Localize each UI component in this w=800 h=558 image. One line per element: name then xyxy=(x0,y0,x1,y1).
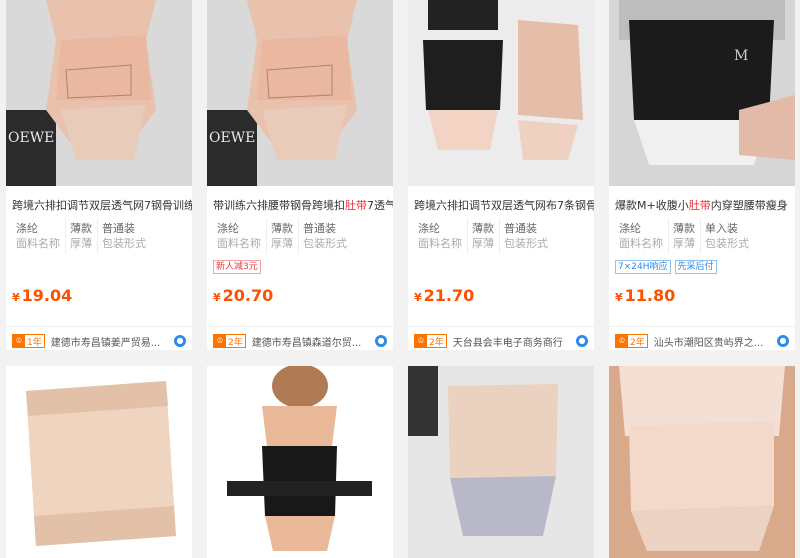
shop-row[interactable]: ♔ 2年 天台县会丰电子商务商行 ● xyxy=(408,327,594,350)
attr-packaging: 普通装 包装形式 xyxy=(303,222,347,250)
crown-icon: ♔ xyxy=(13,335,25,347)
verified-icon: ● xyxy=(174,335,186,347)
product-image[interactable]: OEWE xyxy=(207,0,393,186)
crown-icon: ♔ xyxy=(214,335,226,347)
product-attrs: 涤纶 面料名称 薄款 厚薄 普通装 包装形式 xyxy=(6,218,192,254)
product-image[interactable]: OEWE xyxy=(6,0,192,186)
attr-material: 涤纶 面料名称 xyxy=(615,218,669,254)
years-badge: ♔ 2年 xyxy=(414,334,447,348)
shop-name[interactable]: 汕头市潮阳区贵屿界之... xyxy=(654,334,772,349)
shop-name[interactable]: 天台县会丰电子商务商行 xyxy=(453,334,571,349)
promo-tags xyxy=(414,260,588,276)
attr-thickness: 薄款 厚薄 xyxy=(66,218,98,254)
verified-icon: ● xyxy=(777,335,789,347)
product-attrs: 涤纶 面料名称 薄款 厚薄 普通装 包装形式 xyxy=(408,218,594,254)
verified-icon: ● xyxy=(576,335,588,347)
beige-corset-model-image[interactable] xyxy=(408,366,594,558)
product-title[interactable]: 跨境六排扣调节双层透气网7钢骨训练 xyxy=(6,198,192,214)
title-text-tail: 7透气 xyxy=(367,199,393,212)
svg-text:M: M xyxy=(734,48,748,64)
product-attrs: 涤纶 面料名称 薄款 厚薄 单入装 包装形式 xyxy=(609,218,795,254)
product-card[interactable]: OEWE 跨境六排扣调节双层透气网7钢骨训练 涤纶 面料名称 薄款 厚薄 普通装 包装… xyxy=(6,0,192,350)
shop-row[interactable]: ♔ 2年 建德市寿昌镇森道尔贸... ● xyxy=(207,327,393,350)
svg-text:OEWE: OEWE xyxy=(8,130,54,146)
title-highlight: 肚带 xyxy=(345,199,367,212)
product-card[interactable] xyxy=(609,366,795,558)
product-price: ¥19.04 xyxy=(12,286,73,305)
attr-thickness: 薄款 厚薄 xyxy=(267,218,299,254)
attr-thickness: 薄款 厚薄 xyxy=(468,218,500,254)
product-card[interactable]: 跨境六排扣调节双层透气网布7条钢骨 涤纶 面料名称 薄款 厚薄 普通装 包装形式 ¥2… xyxy=(408,0,594,350)
shop-row[interactable]: ♔ 2年 汕头市潮阳区贵屿界之... ● xyxy=(609,327,795,350)
black-waist-trainer-model-image[interactable] xyxy=(207,366,393,558)
product-price: ¥11.80 xyxy=(615,286,676,305)
years-badge: ♔ 2年 xyxy=(615,334,648,348)
attr-packaging: 单入装 包装形式 xyxy=(705,222,749,250)
promo-tags: 新人减3元 xyxy=(213,260,387,276)
crown-icon: ♔ xyxy=(415,335,427,347)
product-title[interactable]: 带训练六排腰带钢骨跨境扣肚带7透气 xyxy=(207,198,393,214)
title-text: 带训练六排腰带钢骨跨境扣 xyxy=(213,199,345,212)
attr-material: 涤纶 面料名称 xyxy=(12,218,66,254)
product-title[interactable]: 爆款M+收腹小肚带内穿塑腰带瘦身 xyxy=(609,198,795,214)
promo-tag: 新人减3元 xyxy=(213,260,261,274)
product-grid: OEWE 跨境六排扣调节双层透气网7钢骨训练 涤纶 面料名称 薄款 厚薄 普通装 包装… xyxy=(0,0,800,558)
product-image[interactable] xyxy=(408,0,594,186)
crown-icon: ♔ xyxy=(616,335,628,347)
product-card[interactable] xyxy=(207,366,393,558)
shop-row[interactable]: ♔ 1年 建德市寿昌镇姜严贸易... ● xyxy=(6,327,192,350)
product-title[interactable]: 跨境六排扣调节双层透气网布7条钢骨 xyxy=(408,198,594,214)
service-tag: 7×24H响应 xyxy=(615,260,671,274)
product-attrs: 涤纶 面料名称 薄款 厚薄 普通装 包装形式 xyxy=(207,218,393,254)
attr-packaging: 普通装 包装形式 xyxy=(102,222,146,250)
shop-name[interactable]: 建德市寿昌镇姜严贸易... xyxy=(51,334,169,349)
verified-icon: ● xyxy=(375,335,387,347)
product-price: ¥20.70 xyxy=(213,286,274,305)
promo-tags: 7×24H响应 先采后付 xyxy=(615,260,789,276)
product-card[interactable]: OEWE 带训练六排腰带钢骨跨境扣肚带7透气 涤纶 面料名称 薄款 厚薄 普通装 包装… xyxy=(207,0,393,350)
years-badge: ♔ 1年 xyxy=(12,334,45,348)
beige-perforated-belt-image[interactable] xyxy=(6,366,192,558)
product-image[interactable]: M xyxy=(609,0,795,186)
title-text-tail: 内穿塑腰带瘦身 xyxy=(710,199,788,212)
product-price: ¥21.70 xyxy=(414,286,475,305)
attr-thickness: 薄款 厚薄 xyxy=(669,218,701,254)
product-card[interactable]: M 爆款M+收腹小肚带内穿塑腰带瘦身 涤纶 面料名称 薄款 厚薄 单入装 包装形式 7… xyxy=(609,0,795,350)
beige-belly-band-model-image[interactable] xyxy=(609,366,795,558)
product-card[interactable] xyxy=(6,366,192,558)
promo-tags xyxy=(12,260,186,276)
years-badge: ♔ 2年 xyxy=(213,334,246,348)
shop-name[interactable]: 建德市寿昌镇森道尔贸... xyxy=(252,334,370,349)
attr-packaging: 普通装 包装形式 xyxy=(504,222,548,250)
svg-text:OEWE: OEWE xyxy=(209,130,255,146)
title-text: 爆款M+收腹小 xyxy=(615,199,689,212)
title-highlight: 肚带 xyxy=(688,199,711,212)
title-text: 跨境六排扣调节双层透气网7钢骨训练 xyxy=(12,199,192,212)
title-text: 跨境六排扣调节双层透气网布7条钢骨 xyxy=(414,199,594,212)
service-tag: 先采后付 xyxy=(674,260,717,274)
attr-material: 涤纶 面料名称 xyxy=(414,218,468,254)
product-card[interactable] xyxy=(408,366,594,558)
attr-material: 涤纶 面料名称 xyxy=(213,218,267,254)
